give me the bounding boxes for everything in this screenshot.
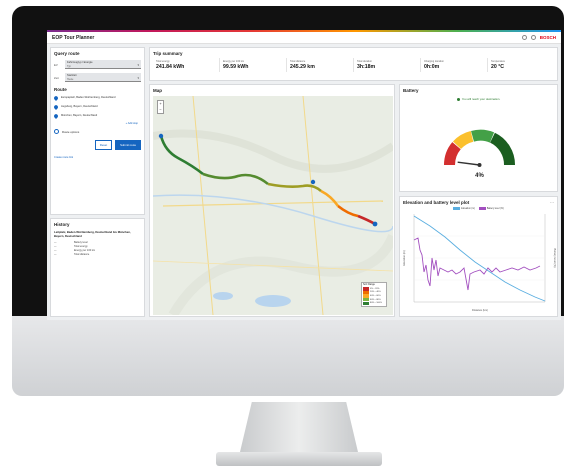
field-label: EV [54, 62, 58, 67]
y2-axis-label: Battery level (%) [553, 248, 557, 267]
battery-card: Battery You will reach your destination.… [399, 84, 558, 192]
route-stop[interactable]: München, Bayern, Deutschland [51, 112, 144, 121]
time-select[interactable]: Startzeit Heute ▾ [65, 73, 141, 82]
x-axis-label: Distance (km) [472, 308, 488, 312]
kpi-tile: Temperature 20 °C [491, 60, 506, 70]
map-card: Map + − SoC Range 0% - 20% 20% - 40% 40%… [149, 84, 395, 317]
map-canvas [153, 96, 393, 315]
destination-status: You will reach your destination. [400, 95, 557, 103]
route-stop-label: München, Bayern, Deutschland [61, 114, 98, 117]
zoom-controls[interactable]: + − [157, 100, 164, 114]
reset-button[interactable]: Reset [94, 140, 113, 150]
gauge-red-arc [443, 142, 461, 166]
start-marker [158, 133, 164, 139]
left-panel: Query route EV Fahrzeugtyp / Energie Typ… [50, 47, 145, 317]
route-stop[interactable]: Augsburg, Bayern, Deutschland [51, 103, 144, 112]
app-title: EOP Tour Planner [52, 34, 95, 41]
location-pin-icon [54, 105, 58, 110]
history-title: History [54, 222, 70, 227]
elevation-title: Elevation and battery level plot [403, 200, 470, 205]
history-row: — Total distance [54, 253, 90, 257]
gauge-needle [457, 161, 480, 166]
main-area: Trip summary Total energy 241.84 kWh Ener… [149, 47, 558, 317]
monitor-chin [12, 316, 564, 396]
history-address[interactable]: Leitplatz, Baden-Württemberg, Deutschlan… [51, 229, 144, 240]
history-card: History Leitplatz, Baden-Württemberg, De… [50, 218, 145, 317]
status-text: You will reach your destination. [461, 97, 501, 101]
elevation-plot: Elevation (m) Battery level (%) Distance… [402, 213, 557, 312]
end-marker [372, 221, 378, 227]
battery-series-line [413, 215, 546, 302]
vehicle-select-sub: Typ [67, 64, 71, 68]
kpi-tile: Total duration 3h:18m [354, 58, 421, 72]
trip-summary-card: Trip summary Total energy 241.84 kWh Ener… [149, 47, 558, 81]
elevation-card: Elevation and battery level plot ⋯ Eleva… [399, 196, 558, 317]
gauge-yellow-arc [452, 131, 474, 150]
vehicle-select[interactable]: Fahrzeugtyp / Energie Typ ▾ [65, 60, 141, 69]
monitor-stand [240, 402, 358, 452]
legend-title: SoC Range [363, 284, 375, 287]
battery-gauge: 4% [443, 129, 516, 179]
route-options-label: Route options [62, 129, 80, 134]
location-pin-icon [54, 96, 58, 101]
more-icon[interactable]: ⋯ [550, 200, 557, 205]
gauge-darkgreen-arc [489, 132, 516, 166]
gauge-hub [477, 163, 482, 167]
help-icon[interactable] [521, 35, 527, 40]
legend-item: 80% - 100% [363, 301, 385, 305]
soc-legend: SoC Range 0% - 20% 20% - 40% 40% - 60% 6… [361, 282, 387, 307]
submit-route-button[interactable]: Submit route [115, 140, 141, 150]
settings-icon[interactable] [530, 35, 536, 40]
screen: EOP Tour Planner BOSCH Query route EV Fa… [47, 30, 561, 320]
route-title: Route [54, 87, 67, 92]
route-options-toggle[interactable]: Route options [51, 126, 144, 137]
route-stop-label: Augsburg, Bayern, Deutschland [61, 105, 98, 108]
y-axis-label: Elevation (m) [402, 250, 406, 265]
options-icon [54, 129, 59, 134]
brand-logo: BOSCH [539, 35, 556, 40]
battery-title: Battery [403, 88, 419, 93]
location-pin-icon [54, 114, 58, 119]
query-route-card: Query route EV Fahrzeugtyp / Energie Typ… [50, 47, 145, 215]
kpi-tile: Total energy 241.84 kWh [153, 58, 220, 72]
kpi-tile: Total distance 245.29 km [287, 58, 354, 72]
zoom-out-button[interactable]: − [158, 107, 163, 113]
query-route-title: Query route [54, 51, 80, 56]
trip-summary-title: Trip summary [153, 51, 183, 56]
map-title: Map [153, 88, 162, 93]
status-dot-icon [456, 97, 460, 101]
chevron-down-icon: ▾ [137, 63, 139, 67]
route-map[interactable]: + − SoC Range 0% - 20% 20% - 40% 40% - 6… [153, 96, 393, 315]
route-stop-label: Europaplatz, Baden-Württemberg, Deutschl… [61, 96, 116, 99]
kpi-tile: Charging duration 0h:0m [421, 58, 488, 72]
battery-level-text: 4% [475, 173, 484, 179]
chevron-down-icon: ▾ [137, 76, 139, 80]
gauge-lightgreen-arc [471, 129, 495, 143]
create-link[interactable]: Create route link [51, 153, 144, 162]
kpi-tile: Energy per 100 km 99.59 kWh [220, 58, 287, 72]
app-header: EOP Tour Planner BOSCH [47, 32, 561, 44]
waypoint-marker [310, 179, 316, 185]
legend-swatch [363, 301, 369, 305]
route-stop[interactable]: Europaplatz, Baden-Württemberg, Deutschl… [51, 94, 144, 103]
time-select-sub: Heute [67, 77, 74, 81]
monitor-foot [216, 452, 382, 466]
field-label: Zeit [54, 75, 59, 80]
monitor: EOP Tour Planner BOSCH Query route EV Fa… [12, 6, 564, 466]
elevation-series-line [413, 237, 541, 290]
